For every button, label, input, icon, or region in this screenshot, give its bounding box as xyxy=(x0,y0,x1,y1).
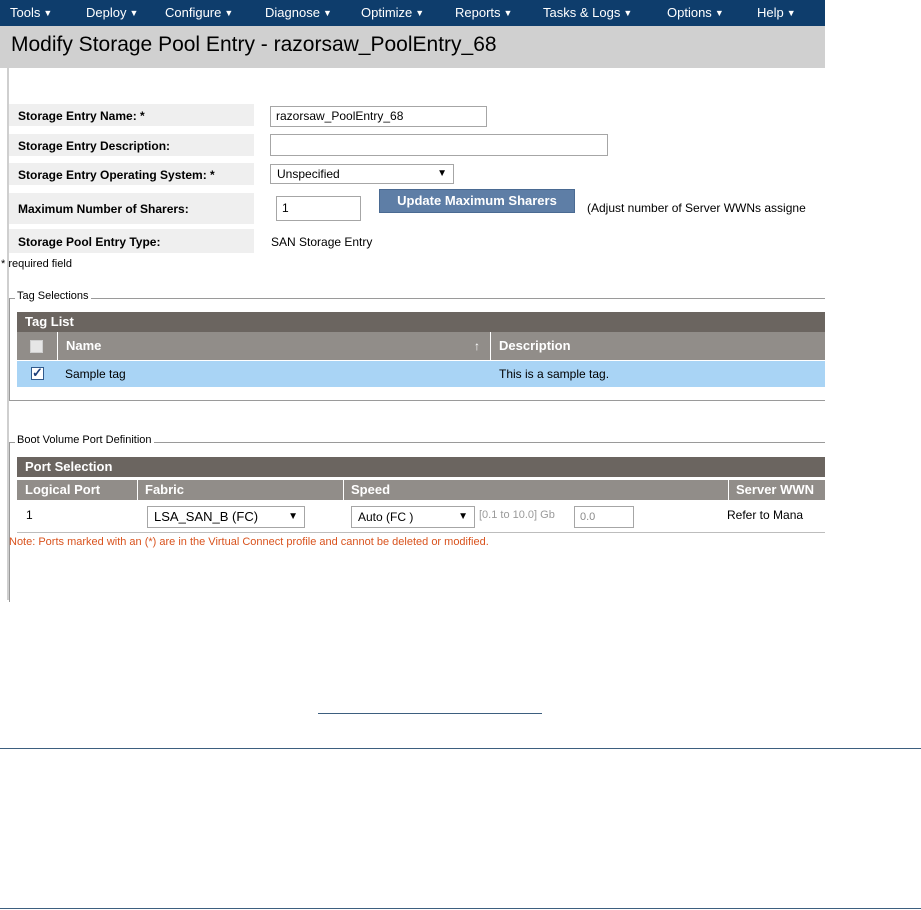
chevron-down-icon: ▼ xyxy=(623,8,633,18)
os-selected-value: Unspecified xyxy=(277,167,340,181)
server-wwn-cell: Refer to Mana xyxy=(727,508,804,522)
dropdown-arrow-icon: ▼ xyxy=(288,511,298,522)
storage-pool-entry-type-value: SAN Storage Entry xyxy=(271,235,373,249)
menu-label: Tasks & Logs xyxy=(543,5,621,20)
chevron-down-icon: ▼ xyxy=(415,8,425,18)
storage-entry-description-input[interactable] xyxy=(270,134,608,156)
type-label-cell: Storage Pool Entry Type: xyxy=(9,229,254,253)
tag-selections-legend: Tag Selections xyxy=(15,290,91,302)
dropdown-arrow-icon: ▼ xyxy=(437,168,447,179)
port-selection-title-bar: Port Selection xyxy=(17,457,825,477)
tag-description-cell: This is a sample tag. xyxy=(499,367,610,381)
top-menu-bar: Tools ▼ Deploy ▼ Configure ▼ Diagnose ▼ Opti… xyxy=(0,0,825,26)
horizontal-divider xyxy=(0,908,921,909)
os-label-cell: Storage Entry Operating System: * xyxy=(9,163,254,185)
page-title: Modify Storage Pool Entry - razorsaw_Poo… xyxy=(11,33,497,56)
chevron-down-icon: ▼ xyxy=(43,8,53,18)
column-logical-port: Logical Port xyxy=(25,482,101,497)
type-label: Storage Pool Entry Type: xyxy=(18,235,161,249)
description-label-cell: Storage Entry Description: xyxy=(9,134,254,156)
page-header: Modify Storage Pool Entry - razorsaw_Poo… xyxy=(0,26,825,68)
scroll-indicator-line xyxy=(318,713,542,714)
menu-label: Help xyxy=(757,5,784,20)
menu-configure[interactable]: Configure ▼ xyxy=(165,0,233,26)
description-label: Storage Entry Description: xyxy=(18,139,171,153)
column-divider xyxy=(343,480,344,500)
column-divider xyxy=(137,480,138,500)
speed-value-input[interactable]: 0.0 xyxy=(574,506,634,528)
max-sharers-label: Maximum Number of Sharers: xyxy=(18,202,189,216)
menu-label: Tools xyxy=(10,5,41,20)
tag-list-title-bar: Tag List xyxy=(17,312,825,332)
column-server-wwn: Server WWN xyxy=(736,482,815,497)
menu-help[interactable]: Help ▼ xyxy=(757,0,796,26)
table-row[interactable]: ✓ Sample tag This is a sample tag. xyxy=(17,361,825,387)
horizontal-divider xyxy=(0,748,921,749)
menu-label: Optimize xyxy=(361,5,413,20)
menu-reports[interactable]: Reports ▼ xyxy=(455,0,512,26)
column-name-header[interactable]: Name xyxy=(66,332,101,360)
menu-options[interactable]: Options ▼ xyxy=(667,0,724,26)
update-hint-text: (Adjust number of Server WWNs assigne xyxy=(587,201,806,215)
speed-select[interactable]: Auto (FC ) ▼ xyxy=(351,506,475,528)
port-table-column-header: Logical Port Fabric Speed Server WWN xyxy=(17,480,825,500)
checkmark-icon: ✓ xyxy=(32,365,43,380)
menu-tools[interactable]: Tools ▼ xyxy=(10,0,52,26)
speed-selected-value: Auto (FC ) xyxy=(358,510,414,524)
sort-ascending-icon[interactable]: ↑ xyxy=(474,332,480,360)
select-all-cell xyxy=(17,332,58,360)
name-label-cell: Storage Entry Name: * xyxy=(9,104,254,126)
chevron-down-icon: ▼ xyxy=(786,8,796,18)
menu-label: Reports xyxy=(455,5,501,20)
operating-system-select[interactable]: Unspecified ▼ xyxy=(270,164,454,184)
tag-list-column-header: Name ↑ Description xyxy=(17,332,825,360)
table-row: 1 LSA_SAN_B (FC) ▼ Auto (FC ) ▼ [0.1 to … xyxy=(17,500,825,533)
select-all-checkbox[interactable] xyxy=(30,340,43,353)
fabric-selected-value: LSA_SAN_B (FC) xyxy=(154,509,259,524)
max-sharers-input[interactable]: 1 xyxy=(276,196,361,221)
os-label: Storage Entry Operating System: * xyxy=(18,168,215,182)
chevron-down-icon: ▼ xyxy=(503,8,513,18)
required-field-note: * required field xyxy=(1,258,72,270)
boot-volume-legend: Boot Volume Port Definition xyxy=(15,434,154,446)
menu-label: Configure xyxy=(165,5,222,20)
row-checkbox[interactable]: ✓ xyxy=(31,365,44,380)
column-description-header[interactable]: Description xyxy=(499,332,571,360)
name-label: Storage Entry Name: * xyxy=(18,109,145,123)
tag-list-title: Tag List xyxy=(25,314,74,329)
menu-optimize[interactable]: Optimize ▼ xyxy=(361,0,424,26)
column-divider xyxy=(728,480,729,500)
update-maximum-sharers-button[interactable]: Update Maximum Sharers xyxy=(379,189,575,213)
tag-name-cell: Sample tag xyxy=(65,367,126,381)
chevron-down-icon: ▼ xyxy=(129,8,139,18)
menu-tasks-logs[interactable]: Tasks & Logs ▼ xyxy=(543,0,632,26)
column-speed: Speed xyxy=(351,482,391,497)
fabric-select[interactable]: LSA_SAN_B (FC) ▼ xyxy=(147,506,305,528)
logical-port-cell: 1 xyxy=(26,508,33,522)
port-selection-title: Port Selection xyxy=(25,459,113,474)
menu-diagnose[interactable]: Diagnose ▼ xyxy=(265,0,332,26)
max-sharers-label-cell: Maximum Number of Sharers: xyxy=(9,193,254,224)
menu-label: Options xyxy=(667,5,712,20)
chevron-down-icon: ▼ xyxy=(322,8,332,18)
chevron-down-icon: ▼ xyxy=(714,8,724,18)
menu-label: Diagnose xyxy=(265,5,320,20)
column-divider xyxy=(490,332,491,360)
storage-entry-name-input[interactable]: razorsaw_PoolEntry_68 xyxy=(270,106,487,127)
menu-deploy[interactable]: Deploy ▼ xyxy=(86,0,138,26)
dropdown-arrow-icon: ▼ xyxy=(458,511,468,522)
menu-label: Deploy xyxy=(86,5,127,20)
speed-range-hint: [0.1 to 10.0] Gb xyxy=(479,509,555,521)
column-fabric: Fabric xyxy=(145,482,185,497)
port-note-text: Note: Ports marked with an (*) are in th… xyxy=(9,536,489,548)
chevron-down-icon: ▼ xyxy=(224,8,234,18)
